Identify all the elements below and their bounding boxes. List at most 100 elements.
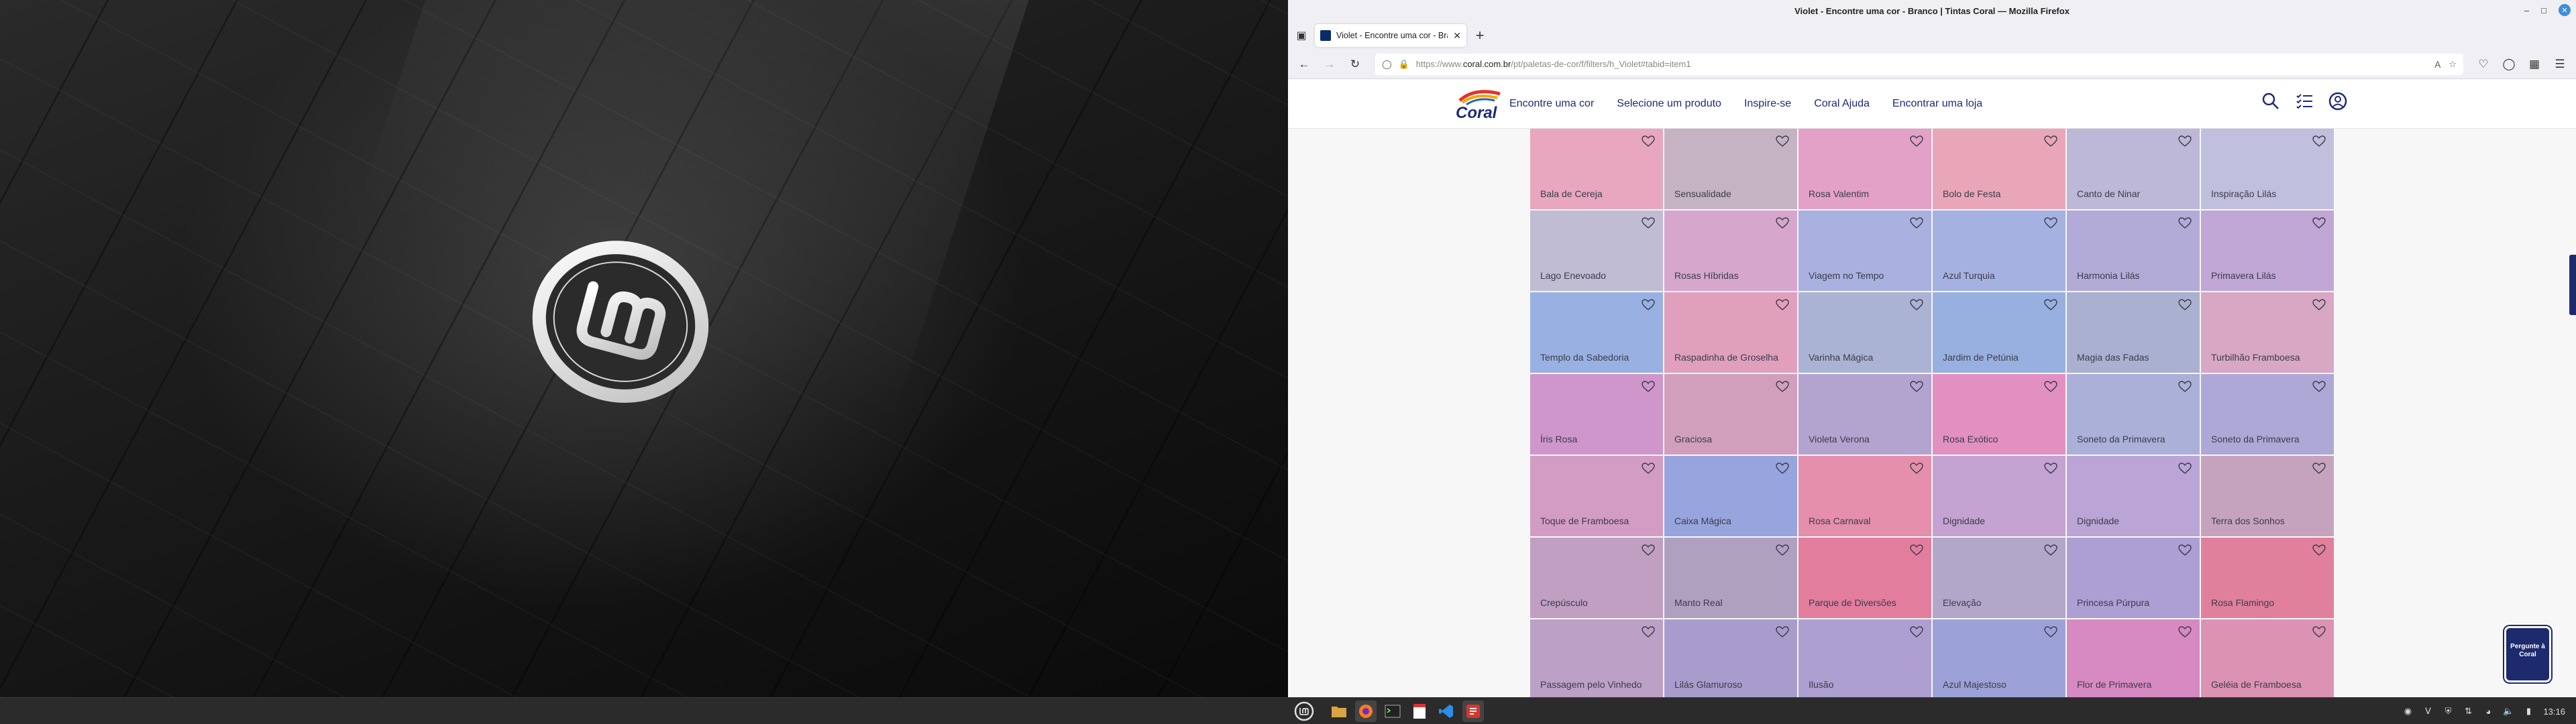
color-swatch[interactable]: Geléia de Framboesa <box>2201 619 2334 697</box>
start-menu-icon[interactable] <box>1293 701 1315 722</box>
color-swatch[interactable]: Toque de Framboesa <box>1530 456 1663 536</box>
files-app-icon[interactable] <box>1328 701 1350 722</box>
favorite-heart-icon[interactable] <box>1910 135 1923 147</box>
color-swatch[interactable]: Violeta Verona <box>1799 374 1931 455</box>
nav-encontrar-uma-loja[interactable]: Encontrar uma loja <box>1892 98 1982 110</box>
side-feedback-tab[interactable] <box>2569 255 2576 315</box>
favorite-heart-icon[interactable] <box>2044 299 2057 311</box>
menu-icon[interactable]: ☰ <box>2549 54 2571 75</box>
color-swatch[interactable]: Rosa Exótico <box>1933 374 2065 455</box>
color-swatch[interactable]: Caixa Mágica <box>1664 456 1797 536</box>
lock-icon[interactable]: 🔒 <box>1399 59 1409 70</box>
nav-coral-ajuda[interactable]: Coral Ajuda <box>1814 98 1870 110</box>
favorite-heart-icon[interactable] <box>1776 463 1789 475</box>
color-swatch[interactable]: Passagem pelo Vinhedo <box>1530 619 1663 697</box>
color-swatch[interactable]: Graciosa <box>1664 374 1797 455</box>
new-tab-button[interactable]: + <box>1470 27 1489 44</box>
tab-active[interactable]: Violet - Encontre uma cor - Bran ✕ <box>1315 24 1466 47</box>
favorite-heart-icon[interactable] <box>1910 626 1923 638</box>
favorite-heart-icon[interactable] <box>2178 217 2192 229</box>
tracking-protection-icon[interactable]: ◯ <box>1382 59 1392 70</box>
sticky-app-icon[interactable] <box>1462 701 1484 722</box>
color-swatch[interactable]: Magia das Fadas <box>2067 292 2200 373</box>
coral-logo[interactable]: Coral <box>1448 87 1515 122</box>
favorite-heart-icon[interactable] <box>2312 626 2326 638</box>
favorite-heart-icon[interactable] <box>1776 626 1789 638</box>
favorite-heart-icon[interactable] <box>2312 463 2326 475</box>
color-swatch[interactable]: Bala de Cereja <box>1530 129 1663 209</box>
favorite-heart-icon[interactable] <box>2178 626 2192 638</box>
favorite-heart-icon[interactable] <box>1642 626 1655 638</box>
search-icon[interactable] <box>2261 91 2281 111</box>
color-swatch[interactable]: Bolo de Festa <box>1933 129 2065 209</box>
minimize-icon[interactable]: – <box>2524 5 2529 15</box>
favorite-heart-icon[interactable] <box>2044 217 2057 229</box>
color-swatch[interactable]: Harmonia Lilás <box>2067 210 2200 291</box>
battery-icon[interactable]: ▮ <box>2523 706 2534 717</box>
volume-icon[interactable]: 🔈 <box>2503 706 2514 717</box>
color-swatch[interactable]: Raspadinha de Groselha <box>1664 292 1797 373</box>
color-swatch[interactable]: Flor de Primavera <box>2067 619 2200 697</box>
color-swatch[interactable]: Íris Rosa <box>1530 374 1663 455</box>
favorite-heart-icon[interactable] <box>1776 544 1789 556</box>
favorite-heart-icon[interactable] <box>2044 135 2057 147</box>
favorite-heart-icon[interactable] <box>2312 217 2326 229</box>
terminal-app-icon[interactable] <box>1382 701 1403 722</box>
color-swatch[interactable]: Lago Enevoado <box>1530 210 1663 291</box>
url-text[interactable]: https://www.coral.com.br/pt/paletas-de-c… <box>1416 59 2427 69</box>
favorite-heart-icon[interactable] <box>2044 544 2057 556</box>
favorite-heart-icon[interactable] <box>1910 463 1923 475</box>
bluetooth-icon[interactable]: ᐯ <box>2422 706 2433 717</box>
favorite-heart-icon[interactable] <box>1910 381 1923 393</box>
firefox-app-icon[interactable] <box>1355 701 1377 722</box>
firefox-view-icon[interactable]: ▣ <box>1292 26 1311 45</box>
favorite-heart-icon[interactable] <box>1642 381 1655 393</box>
network-icon[interactable]: ⇅ <box>2463 706 2473 717</box>
wifi-icon[interactable]: ◕ <box>2483 706 2493 717</box>
color-swatch[interactable]: Ilusão <box>1799 619 1931 697</box>
reload-button[interactable]: ↻ <box>1344 54 1366 75</box>
color-swatch[interactable]: Lilás Glamuroso <box>1664 619 1797 697</box>
favorite-heart-icon[interactable] <box>2178 381 2192 393</box>
color-swatch[interactable]: Inspiração Lilás <box>2201 129 2334 209</box>
color-swatch[interactable]: Dignidade <box>1933 456 2065 536</box>
nav-inspire-se[interactable]: Inspire-se <box>1744 98 1791 110</box>
favorite-heart-icon[interactable] <box>2044 463 2057 475</box>
color-swatch[interactable]: Templo da Sabedoria <box>1530 292 1663 373</box>
color-swatch[interactable]: Soneto da Primavera <box>2067 374 2200 455</box>
back-button[interactable]: ← <box>1293 54 1315 75</box>
maximize-icon[interactable]: □ <box>2541 5 2546 15</box>
close-tab-icon[interactable]: ✕ <box>1453 30 1461 42</box>
color-swatch[interactable]: Soneto da Primavera <box>2201 374 2334 455</box>
color-swatch[interactable]: Canto de Ninar <box>2067 129 2200 209</box>
color-swatch[interactable]: Elevação <box>1933 538 2065 618</box>
url-bar[interactable]: ◯ 🔒 https://www.coral.com.br/pt/paletas-… <box>1375 53 2463 75</box>
nav-selecione-um-produto[interactable]: Selecione um produto <box>1617 98 1721 110</box>
pocket-icon[interactable]: ♡ <box>2473 54 2494 75</box>
nav-encontre-uma-cor[interactable]: Encontre uma cor <box>1509 98 1594 110</box>
favorite-heart-icon[interactable] <box>2178 463 2192 475</box>
favorite-heart-icon[interactable] <box>1776 135 1789 147</box>
close-window-icon[interactable]: ✕ <box>2559 4 2571 16</box>
translate-icon[interactable]: Ａ <box>2433 58 2442 70</box>
favorite-heart-icon[interactable] <box>2178 299 2192 311</box>
color-swatch[interactable]: Azul Majestoso <box>1933 619 2065 697</box>
forward-button[interactable]: → <box>1319 54 1340 75</box>
favorite-heart-icon[interactable] <box>1910 544 1923 556</box>
color-swatch[interactable]: Rosa Valentim <box>1799 129 1931 209</box>
extensions-icon[interactable]: ▦ <box>2524 54 2545 75</box>
chat-button[interactable]: Pergunte à Coral <box>2504 626 2551 682</box>
bookmark-star-icon[interactable]: ☆ <box>2449 59 2457 70</box>
favorite-heart-icon[interactable] <box>2312 299 2326 311</box>
clock[interactable]: 13:16 <box>2543 707 2565 717</box>
favorite-heart-icon[interactable] <box>1642 217 1655 229</box>
color-swatch[interactable]: Azul Turquia <box>1933 210 2065 291</box>
favorite-heart-icon[interactable] <box>1910 299 1923 311</box>
favorite-heart-icon[interactable] <box>2044 381 2057 393</box>
favorite-heart-icon[interactable] <box>1642 299 1655 311</box>
text-editor-app-icon[interactable] <box>1409 701 1430 722</box>
account-icon[interactable]: ◯ <box>2498 54 2520 75</box>
color-swatch[interactable]: Parque de Diversões <box>1799 538 1931 618</box>
color-swatch[interactable]: Sensualidade <box>1664 129 1797 209</box>
color-swatch[interactable]: Crepúsculo <box>1530 538 1663 618</box>
